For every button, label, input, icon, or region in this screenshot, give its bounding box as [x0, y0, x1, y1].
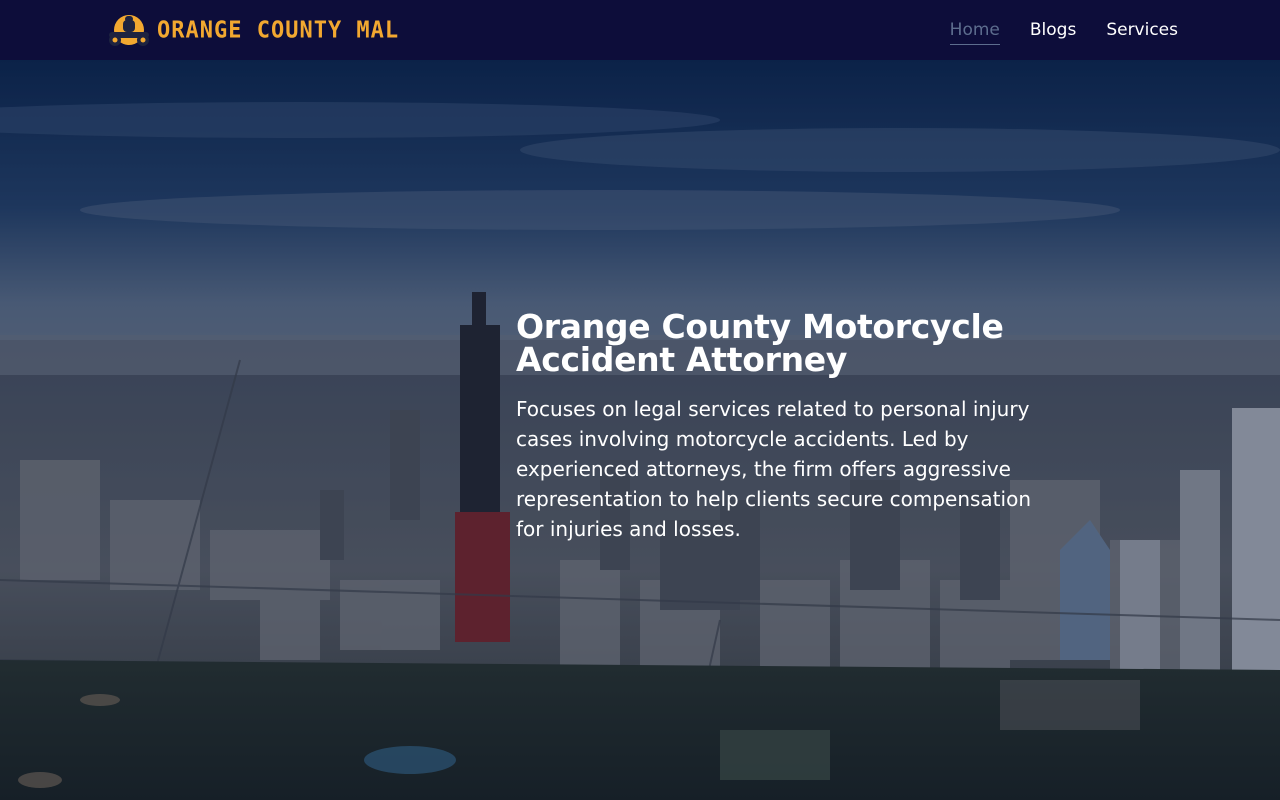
nav-blogs-link[interactable]: Blogs — [1030, 16, 1076, 44]
hero-description: Focuses on legal services related to per… — [516, 397, 1031, 541]
brand-name: ORANGE COUNTY MAL — [157, 16, 400, 44]
main-nav: Home Blogs Services — [949, 0, 1178, 60]
navbar: ORANGE COUNTY MAL Home Blogs Services — [0, 0, 1280, 60]
hero-content: Orange County Motorcycle Accident Attorn… — [516, 310, 1056, 544]
nav-home-link[interactable]: Home — [949, 16, 1000, 45]
brand-logo[interactable]: ORANGE COUNTY MAL — [105, 12, 399, 48]
hero-title: Orange County Motorcycle Accident Attorn… — [516, 307, 1004, 379]
nav-services-link[interactable]: Services — [1106, 16, 1178, 44]
hero-section: Orange County Motorcycle Accident Attorn… — [0, 60, 1280, 800]
motorcycle-logo-icon — [109, 15, 149, 46]
